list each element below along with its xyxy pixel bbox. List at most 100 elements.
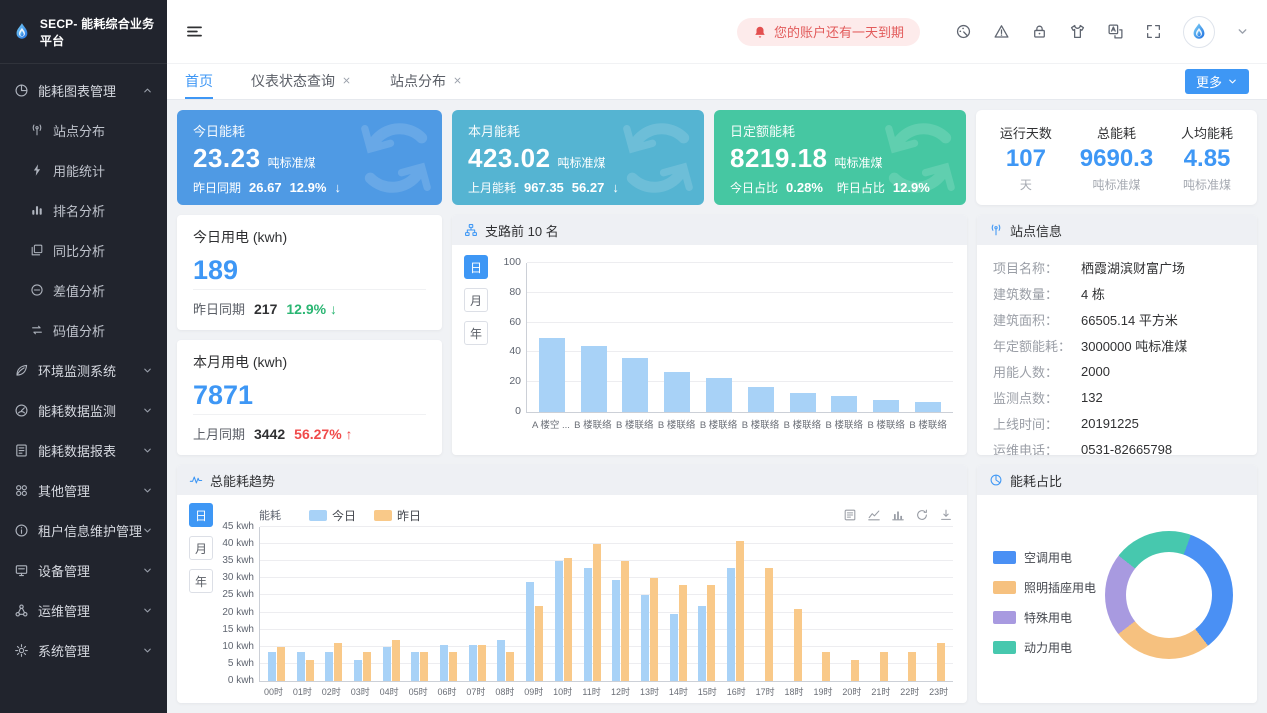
summary-stats-card: 运行天数107天总能耗9690.3吨标准煤人均能耗4.85吨标准煤 — [976, 110, 1257, 205]
sidebar-item-能耗图表管理[interactable]: 能耗图表管理 — [0, 70, 167, 110]
bar — [873, 400, 899, 412]
app-title: SECP- 能耗综合业务平台 — [40, 15, 155, 49]
x-tick-label: 14时 — [664, 685, 693, 697]
period-toggle-月[interactable]: 月 — [189, 536, 213, 560]
chevron-down-icon[interactable] — [1236, 25, 1249, 38]
line-chart-icon[interactable] — [867, 508, 881, 522]
sidebar-item-能耗数据监测[interactable]: 能耗数据监测 — [0, 390, 167, 430]
bar-昨日 — [679, 585, 687, 681]
x-tick-label: B 楼联络 — [823, 417, 865, 431]
close-icon[interactable] — [341, 75, 352, 86]
bar-chart-icon[interactable] — [891, 508, 905, 522]
legend-item-照明插座用电[interactable]: 照明插座用电 — [993, 579, 1096, 596]
sidebar-item-租户信息维护管理[interactable]: 租户信息维护管理 — [0, 510, 167, 550]
user-avatar[interactable] — [1183, 16, 1215, 48]
bar-今日 — [268, 652, 276, 681]
x-tick-label: 15时 — [693, 685, 722, 697]
bar-group — [698, 527, 715, 681]
bar-group — [813, 527, 830, 681]
legend-item-特殊用电[interactable]: 特殊用电 — [993, 609, 1096, 626]
sidebar-item-其他管理[interactable]: 其他管理 — [0, 470, 167, 510]
bar-昨日 — [765, 568, 773, 681]
download-icon[interactable] — [939, 508, 953, 522]
bar-group — [469, 527, 486, 681]
sidebar-item-label: 码值分析 — [53, 321, 105, 340]
period-toggle-年[interactable]: 年 — [464, 321, 488, 345]
pie-icon — [989, 473, 1003, 487]
row-label: 建筑数量： — [993, 284, 1081, 303]
chart-plot-area: 020406080100 — [526, 263, 953, 413]
dashboard-content: 今日能耗 23.23 吨标准煤 昨日同期 26.67 12.9% ↓ 本月能耗 — [167, 100, 1267, 713]
translate-icon[interactable] — [1107, 23, 1124, 40]
sidebar-subitem-差值分析[interactable]: 差值分析 — [0, 270, 167, 310]
sidebar-item-能耗数据报表[interactable]: 能耗数据报表 — [0, 430, 167, 470]
site-info-panel: 站点信息 项目名称：栖霞湖滨财富广场建筑数量：4 栋建筑面积：66505.14 … — [977, 215, 1257, 455]
tab-首页[interactable]: 首页 — [185, 64, 213, 99]
period-toggle-年[interactable]: 年 — [189, 569, 213, 593]
sidebar-item-设备管理[interactable]: 设备管理 — [0, 550, 167, 590]
period-toggle-月[interactable]: 月 — [464, 288, 488, 312]
bar-group — [497, 527, 514, 681]
more-button[interactable]: 更多 — [1185, 69, 1249, 94]
topbar: 您的账户还有一天到期 — [167, 0, 1267, 64]
lock-icon[interactable] — [1031, 23, 1048, 40]
energy-ratio-panel: 能耗占比 空调用电照明插座用电特殊用电动力用电 — [977, 465, 1257, 703]
bar-group — [756, 527, 773, 681]
tab-站点分布[interactable]: 站点分布 — [390, 64, 463, 99]
app-root: SECP- 能耗综合业务平台 能耗图表管理站点分布用能统计排名分析同比分析差值分… — [0, 0, 1267, 713]
close-icon[interactable] — [452, 75, 463, 86]
tab-仪表状态查询[interactable]: 仪表状态查询 — [251, 64, 352, 99]
bar-今日 — [383, 647, 391, 681]
sidebar-item-环境监测系统[interactable]: 环境监测系统 — [0, 350, 167, 390]
tshirt-theme-icon[interactable] — [1069, 23, 1086, 40]
sidebar-menu: 能耗图表管理站点分布用能统计排名分析同比分析差值分析码值分析环境监测系统能耗数据… — [0, 64, 167, 670]
sidebar-subitem-排名分析[interactable]: 排名分析 — [0, 190, 167, 230]
sidebar-subitem-用能统计[interactable]: 用能统计 — [0, 150, 167, 190]
sub-value: 217 — [254, 301, 277, 317]
period-toggle-日[interactable]: 日 — [189, 503, 213, 527]
y-tick-label: 0 kwh — [214, 675, 254, 686]
account-expiry-notice[interactable]: 您的账户还有一天到期 — [737, 18, 920, 46]
power-card-title: 本月用电 (kwh) — [193, 352, 426, 372]
sidebar-subitem-站点分布[interactable]: 站点分布 — [0, 110, 167, 150]
y-tick-label: 10 kwh — [214, 641, 254, 652]
chart-legend: 今日 昨日 — [309, 507, 421, 524]
warning-icon[interactable] — [993, 23, 1010, 40]
power-card-value: 7871 — [193, 380, 426, 411]
row-label: 项目名称： — [993, 258, 1081, 277]
rank-bars-icon — [30, 203, 44, 217]
sidebar-subitem-码值分析[interactable]: 码值分析 — [0, 310, 167, 350]
legend-item-动力用电[interactable]: 动力用电 — [993, 639, 1096, 656]
bar-昨日 — [277, 647, 285, 681]
card-value: 23.23 — [193, 143, 261, 174]
ops-nodes-icon — [14, 603, 29, 618]
row-value: 3000000 吨标准煤 — [1081, 336, 1187, 355]
bar-昨日 — [880, 652, 888, 681]
period-toggles: 日月年 — [464, 255, 488, 449]
data-view-icon[interactable] — [843, 508, 857, 522]
y-tick-label: 15 kwh — [214, 624, 254, 635]
sub1-label: 今日占比 — [730, 179, 778, 196]
period-toggles: 日月年 — [189, 503, 213, 697]
y-tick-label: 35 kwh — [214, 555, 254, 566]
refresh-icon[interactable] — [915, 508, 929, 522]
fullscreen-icon[interactable] — [1145, 23, 1162, 40]
period-toggle-日[interactable]: 日 — [464, 255, 488, 279]
legend-item-昨日[interactable]: 昨日 — [374, 507, 421, 524]
tabs: 首页 仪表状态查询 站点分布 — [185, 64, 463, 99]
palette-icon[interactable] — [955, 23, 972, 40]
row-value: 20191225 — [1081, 416, 1139, 431]
legend-item-今日[interactable]: 今日 — [309, 507, 356, 524]
chevron-down-icon — [1227, 76, 1238, 87]
ratio-chart-body: 空调用电照明插座用电特殊用电动力用电 — [977, 495, 1257, 703]
site-info-row: 项目名称：栖霞湖滨财富广场 — [993, 254, 1241, 280]
bar-group — [297, 527, 314, 681]
pct-value: 56.27 — [572, 180, 605, 195]
sidebar-item-运维管理[interactable]: 运维管理 — [0, 590, 167, 630]
legend-item-空调用电[interactable]: 空调用电 — [993, 549, 1096, 566]
row-value: 132 — [1081, 390, 1103, 405]
menu-collapse-icon[interactable] — [185, 22, 204, 41]
sidebar-subitem-同比分析[interactable]: 同比分析 — [0, 230, 167, 270]
y-tick-label: 5 kwh — [214, 658, 254, 669]
sidebar-item-系统管理[interactable]: 系统管理 — [0, 630, 167, 670]
